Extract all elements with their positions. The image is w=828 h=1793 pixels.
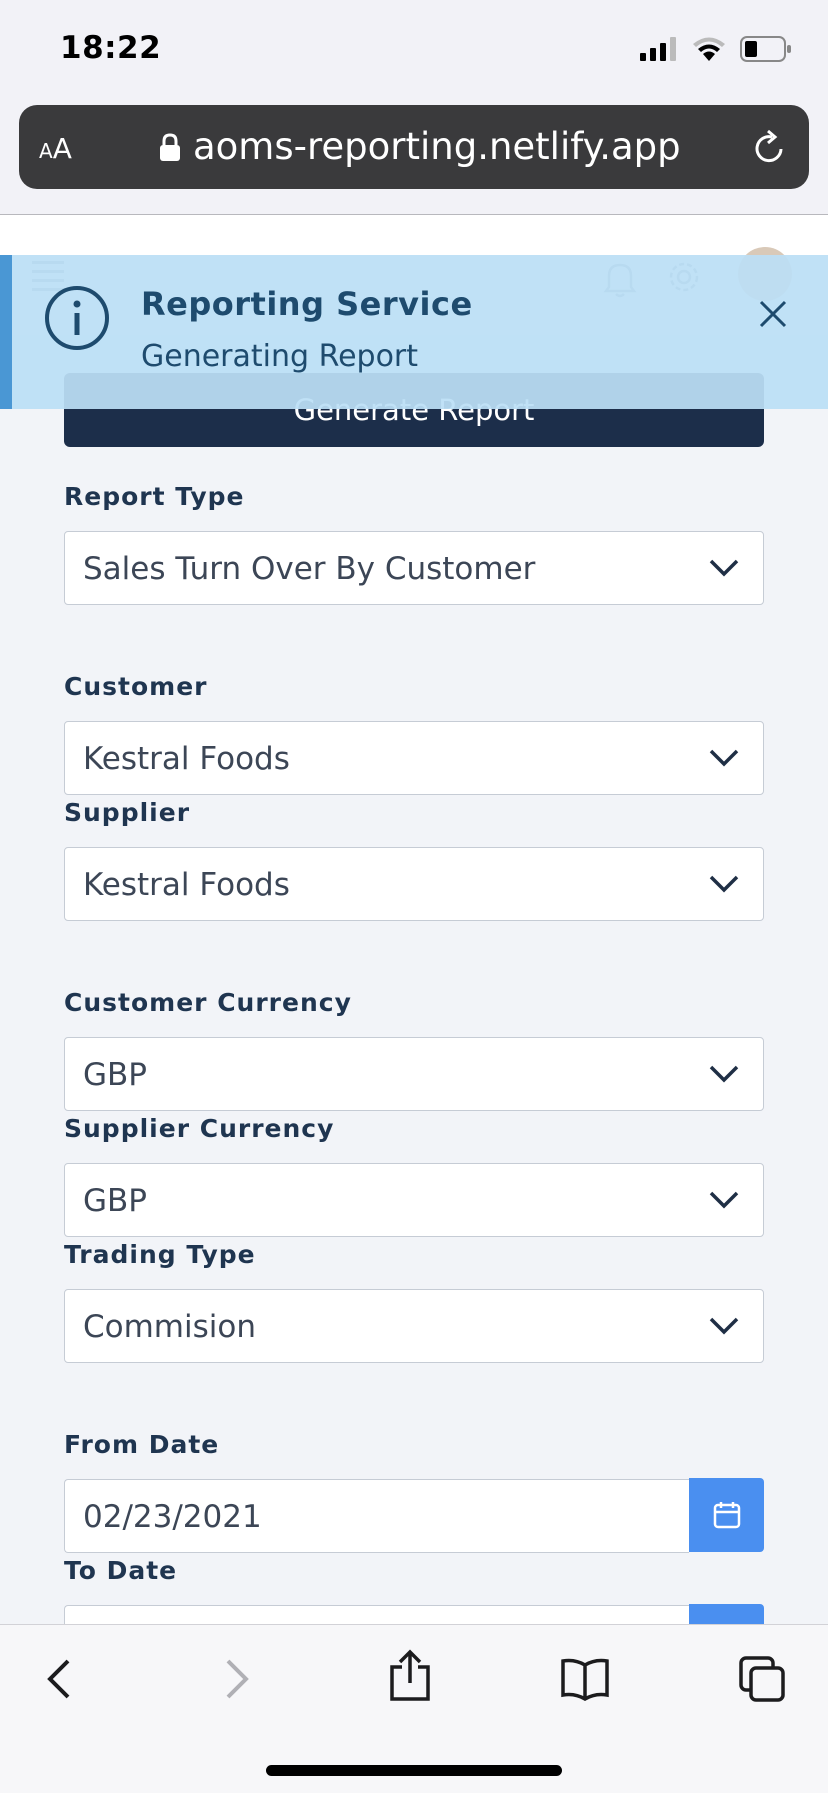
supplier-currency-value: GBP [83, 1183, 147, 1219]
toast-title: Reporting Service [141, 285, 473, 323]
url-display[interactable]: aoms-reporting.netlify.app [159, 125, 681, 168]
trading-type-label: Trading Type [64, 1240, 256, 1269]
supplier-select[interactable]: Kestral Foods [64, 847, 764, 921]
supplier-currency-label: Supplier Currency [64, 1114, 335, 1143]
from-date-input[interactable]: 02/23/2021 [64, 1479, 689, 1553]
tabs-icon[interactable] [738, 1655, 786, 1703]
back-icon[interactable] [44, 1657, 74, 1701]
to-date-label: To Date [64, 1556, 178, 1585]
from-date-value: 02/23/2021 [83, 1499, 262, 1535]
status-icons [640, 36, 792, 62]
info-icon [45, 286, 109, 350]
share-icon[interactable] [388, 1649, 432, 1703]
report-type-label: Report Type [64, 482, 245, 511]
customer-select[interactable]: Kestral Foods [64, 721, 764, 795]
trading-type-select[interactable]: Commision [64, 1289, 764, 1363]
close-icon[interactable] [758, 299, 788, 329]
chevron-down-icon [709, 1191, 739, 1209]
customer-value: Kestral Foods [83, 741, 290, 777]
chevron-down-icon [709, 1065, 739, 1083]
from-date-calendar-button[interactable] [689, 1478, 764, 1552]
chevron-down-icon [709, 559, 739, 577]
customer-label: Customer [64, 672, 208, 701]
forward-icon[interactable] [222, 1657, 252, 1701]
address-bar[interactable]: AA aoms-reporting.netlify.app [19, 105, 809, 189]
lock-icon [160, 132, 180, 161]
battery-icon [740, 36, 791, 62]
reader-options-button[interactable]: AA [39, 132, 72, 165]
customer-currency-value: GBP [83, 1057, 147, 1093]
supplier-currency-select[interactable]: GBP [64, 1163, 764, 1237]
trading-type-value: Commision [83, 1309, 256, 1345]
bookmarks-icon[interactable] [560, 1657, 610, 1701]
url-text: aoms-reporting.netlify.app [193, 125, 681, 168]
report-type-select[interactable]: Sales Turn Over By Customer [64, 531, 764, 605]
from-date-label: From Date [64, 1430, 220, 1459]
customer-currency-select[interactable]: GBP [64, 1037, 764, 1111]
supplier-value: Kestral Foods [83, 867, 290, 903]
status-bar: 18:22 [0, 0, 828, 100]
customer-currency-label: Customer Currency [64, 988, 352, 1017]
chevron-down-icon [709, 749, 739, 767]
report-type-value: Sales Turn Over By Customer [83, 551, 536, 587]
toast-message: Generating Report [141, 339, 419, 374]
chevron-down-icon [709, 1317, 739, 1335]
wifi-icon [693, 37, 725, 61]
supplier-label: Supplier [64, 798, 191, 827]
calendar-icon [713, 1502, 740, 1529]
status-time: 18:22 [60, 30, 162, 66]
chevron-down-icon [709, 875, 739, 893]
reload-icon[interactable] [753, 129, 787, 165]
home-indicator [266, 1765, 562, 1776]
browser-chrome: AA aoms-reporting.netlify.app [0, 100, 828, 215]
toast-notification: Reporting Service Generating Report [0, 255, 828, 409]
signal-icon [640, 37, 676, 61]
